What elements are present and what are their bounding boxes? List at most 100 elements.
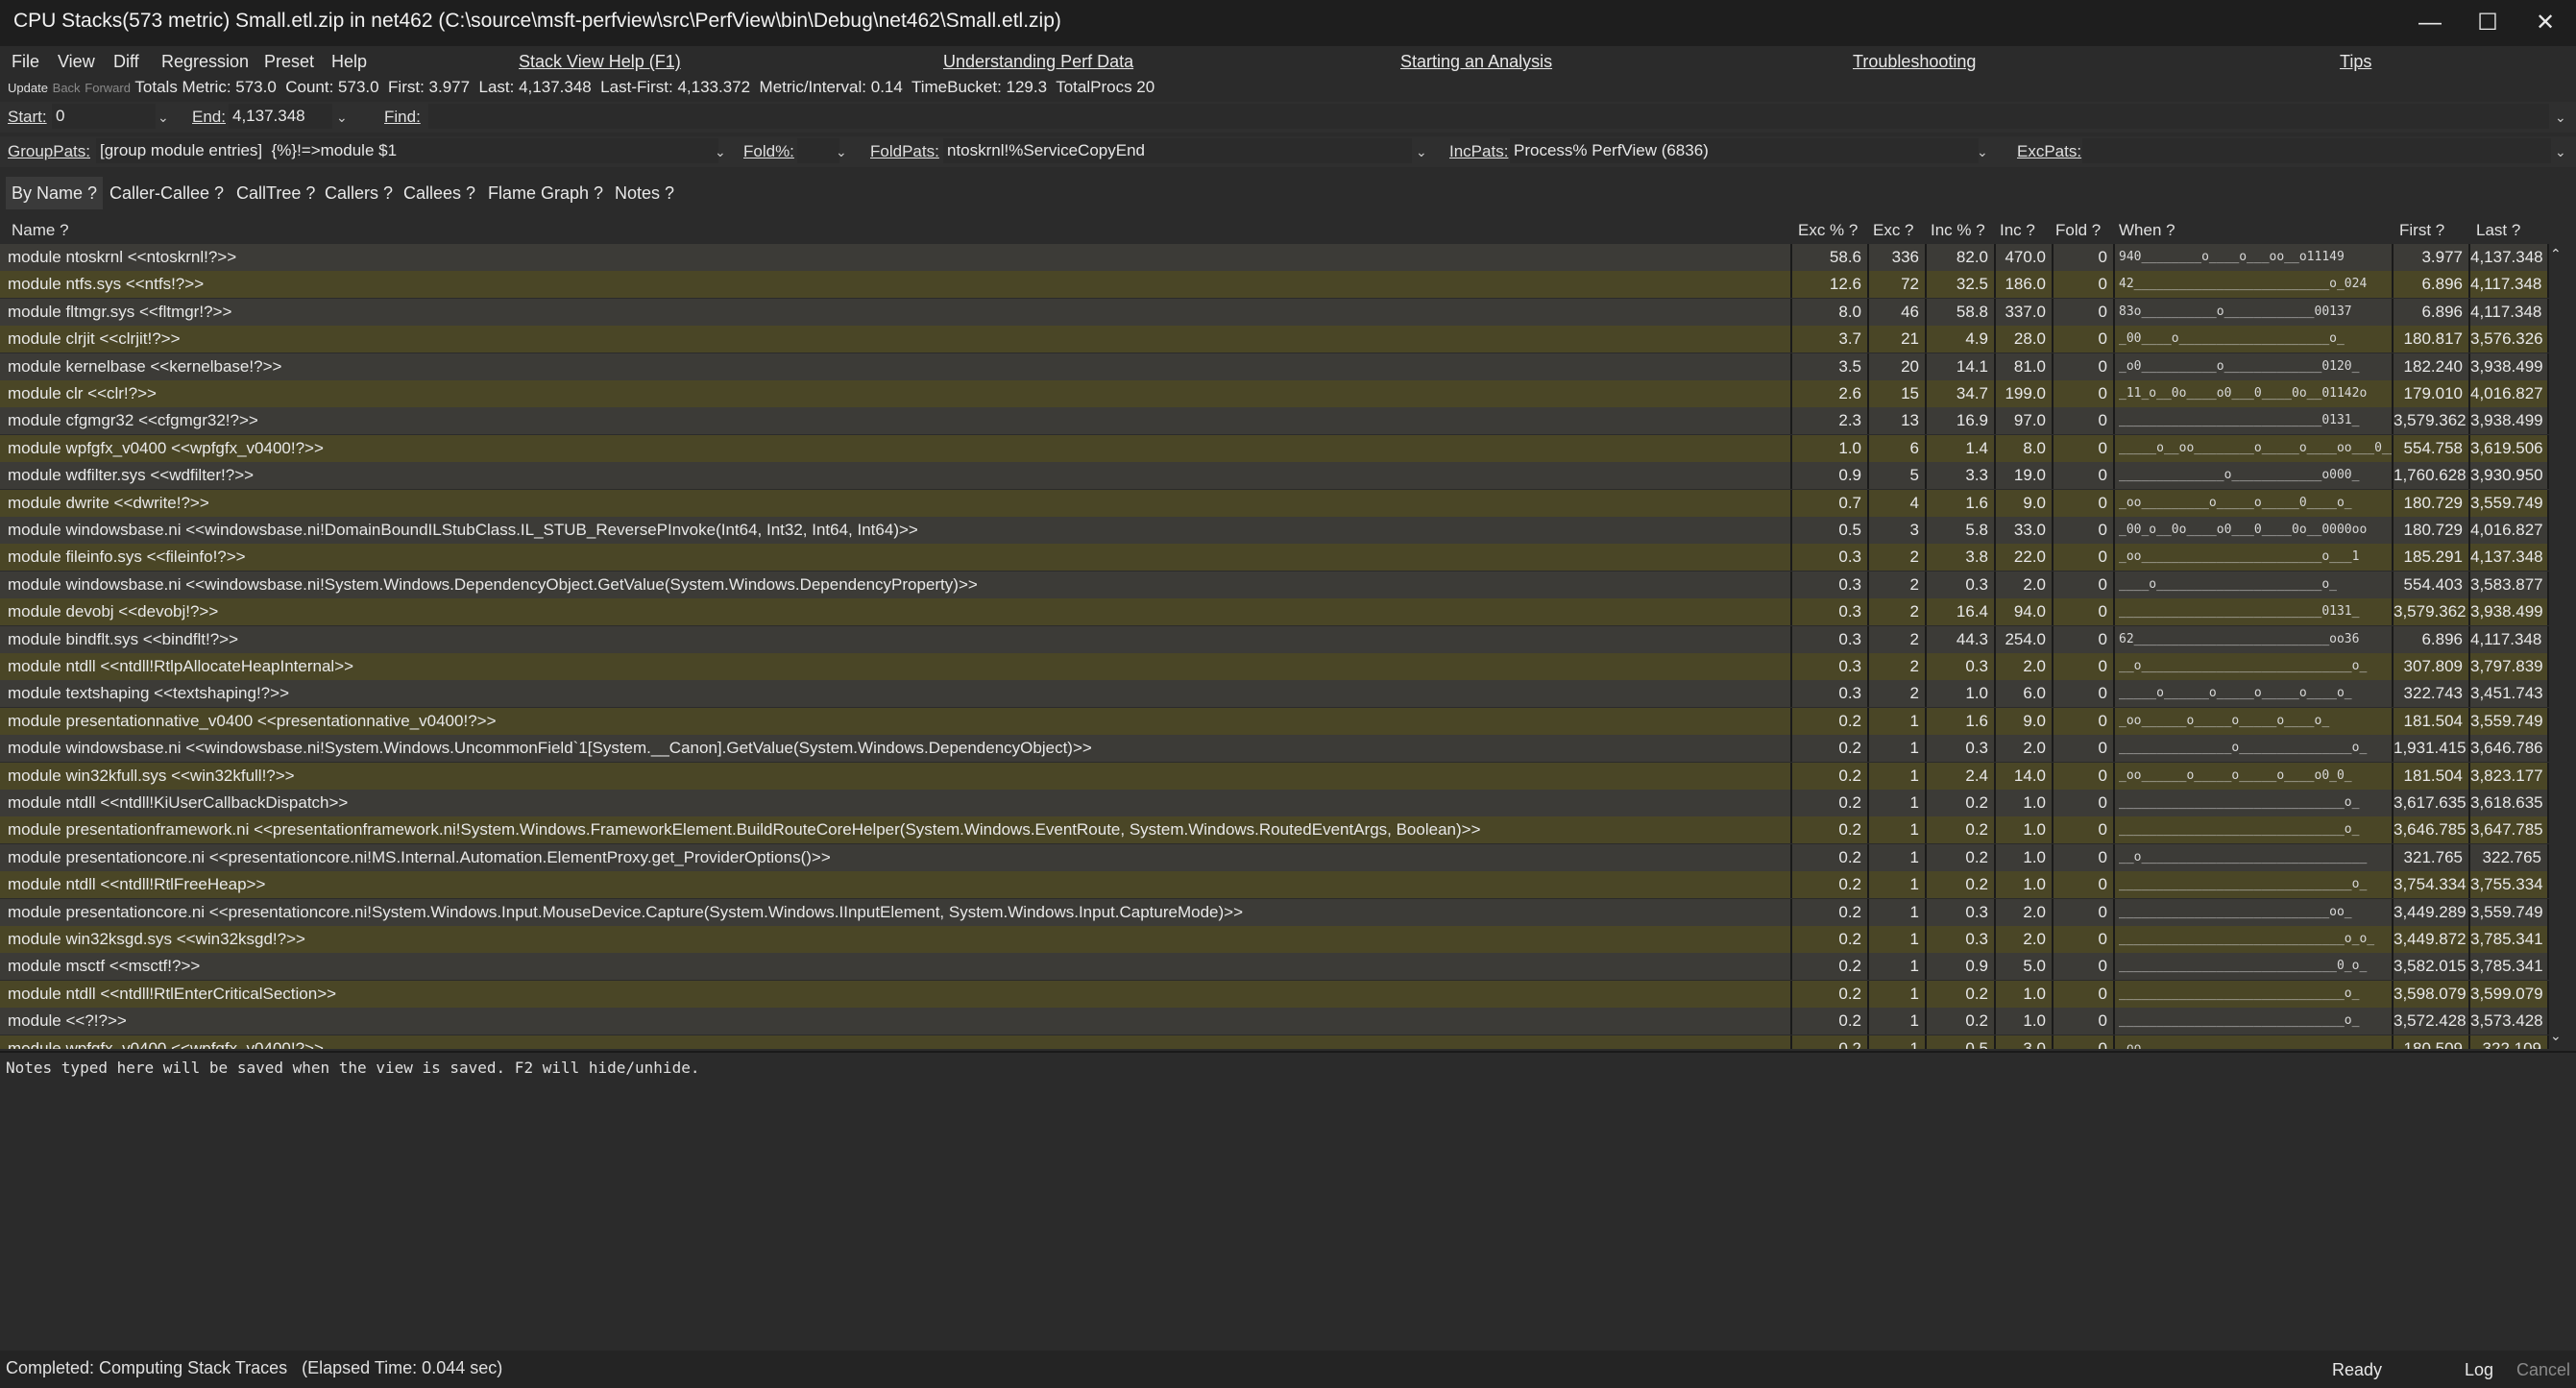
back-button[interactable]: Back	[53, 81, 81, 95]
excpats-dropdown-icon[interactable]: ⌄	[2555, 144, 2566, 160]
find-input[interactable]	[428, 104, 2549, 129]
table-row[interactable]: module win32kfull.sys <<win32kfull!?>> 0.…	[0, 762, 2563, 790]
table-row[interactable]: module msctf <<msctf!?>> 0.2 1 0.9 5.0 0 _____…	[0, 953, 2563, 981]
table-row[interactable]: module ntdll <<ntdll!KiUserCallbackDispa…	[0, 790, 2563, 816]
tab-notes[interactable]: Notes ?	[609, 177, 680, 209]
tab-flame-graph[interactable]: Flame Graph ?	[482, 177, 609, 209]
foldpats-input[interactable]	[943, 138, 1412, 163]
tips-link[interactable]: Tips	[2340, 46, 2371, 77]
tab-callees[interactable]: Callees ?	[398, 177, 481, 209]
log-button[interactable]: Log	[2465, 1360, 2493, 1380]
cell-name[interactable]: module win32kfull.sys <<win32kfull!?>>	[0, 762, 1792, 790]
cell-name[interactable]: module presentationcore.ni <<presentatio…	[0, 898, 1792, 926]
cell-name[interactable]: module wdfilter.sys <<wdfilter!?>>	[0, 462, 1792, 490]
menu-diff[interactable]: Diff	[113, 46, 139, 77]
cell-name[interactable]: module bindflt.sys <<bindflt!?>>	[0, 625, 1792, 653]
forward-button[interactable]: Forward	[85, 81, 131, 95]
menu-regression[interactable]: Regression	[161, 46, 249, 77]
cell-name[interactable]: module msctf <<msctf!?>>	[0, 953, 1792, 981]
foldpats-dropdown-icon[interactable]: ⌄	[1416, 144, 1427, 160]
table-row[interactable]: module dwrite <<dwrite!?>> 0.7 4 1.6 9.0 0 _oo…	[0, 489, 2563, 517]
tab-calltree[interactable]: CallTree ?	[231, 177, 321, 209]
notes-text[interactable]: Notes typed here will be saved when the …	[6, 1059, 699, 1077]
cell-name[interactable]: module fltmgr.sys <<fltmgr!?>>	[0, 298, 1792, 326]
grid-scrollbar[interactable]	[2549, 244, 2563, 1049]
understanding-perf-data-link[interactable]: Understanding Perf Data	[943, 46, 1133, 77]
table-row[interactable]: module wpfgfx_v0400 <<wpfgfx_v0400!?>> 1.…	[0, 434, 2563, 462]
incpats-dropdown-icon[interactable]: ⌄	[1977, 144, 1988, 160]
table-row[interactable]: module windowsbase.ni <<windowsbase.ni!S…	[0, 735, 2563, 763]
cell-name[interactable]: module devobj <<devobj!?>>	[0, 598, 1792, 626]
table-row[interactable]: module presentationcore.ni <<presentatio…	[0, 843, 2563, 871]
stack-view-help-link[interactable]: Stack View Help (F1)	[519, 46, 681, 77]
troubleshooting-link[interactable]: Troubleshooting	[1853, 46, 1976, 77]
start-input[interactable]	[52, 104, 156, 129]
col-header-first[interactable]: First ?	[2399, 217, 2444, 244]
cell-name[interactable]: module kernelbase <<kernelbase!?>>	[0, 353, 1792, 380]
col-header-fold[interactable]: Fold ?	[2055, 217, 2101, 244]
scroll-down-icon[interactable]: ⌄	[2550, 1028, 2562, 1044]
table-row[interactable]: module cfgmgr32 <<cfgmgr32!?>> 2.3 13 16.9 9…	[0, 407, 2563, 435]
end-dropdown-icon[interactable]: ⌄	[336, 110, 348, 126]
table-row[interactable]: module clrjit <<clrjit!?>> 3.7 21 4.9 28.0 0 _…	[0, 326, 2563, 353]
table-row[interactable]: module <<?!?>> 0.2 1 0.2 1.0 0 _______________…	[0, 1008, 2563, 1035]
table-row[interactable]: module devobj <<devobj!?>> 0.3 2 16.4 94.0 0 _…	[0, 598, 2563, 626]
cell-name[interactable]: module wpfgfx_v0400 <<wpfgfx_v0400!?>>	[0, 1035, 1792, 1049]
maximize-button[interactable]: ☐	[2459, 4, 2516, 42]
cell-name[interactable]: module win32ksgd.sys <<win32ksgd!?>>	[0, 926, 1792, 953]
fold-percent-dropdown-icon[interactable]: ⌄	[836, 144, 847, 160]
col-header-inc-percent[interactable]: Inc % ?	[1931, 217, 1985, 244]
cell-name[interactable]: module <<?!?>>	[0, 1008, 1792, 1035]
table-row[interactable]: module kernelbase <<kernelbase!?>> 3.5 20 1…	[0, 353, 2563, 380]
table-row[interactable]: module ntdll <<ntdll!RtlFreeHeap>> 0.2 1 0.…	[0, 871, 2563, 899]
cell-name[interactable]: module ntoskrnl <<ntoskrnl!?>>	[0, 244, 1792, 271]
col-header-exc[interactable]: Exc ?	[1873, 217, 1914, 244]
tab-caller-callee[interactable]: Caller-Callee ?	[104, 177, 230, 209]
notes-pane[interactable]	[0, 1051, 2576, 1352]
cell-name[interactable]: module textshaping <<textshaping!?>>	[0, 680, 1792, 708]
menu-help[interactable]: Help	[331, 46, 367, 77]
incpats-input[interactable]	[1510, 138, 1979, 163]
find-dropdown-icon[interactable]: ⌄	[2555, 110, 2566, 126]
grouppats-input[interactable]	[96, 138, 718, 163]
cell-name[interactable]: module presentationframework.ni <<presen…	[0, 816, 1792, 844]
menu-view[interactable]: View	[58, 46, 95, 77]
menu-file[interactable]: File	[12, 46, 39, 77]
end-input[interactable]	[229, 104, 332, 129]
cell-name[interactable]: module ntdll <<ntdll!RtlEnterCriticalSec…	[0, 980, 1792, 1008]
starting-analysis-link[interactable]: Starting an Analysis	[1400, 46, 1552, 77]
table-row[interactable]: module presentationframework.ni <<presen…	[0, 816, 2563, 844]
cell-name[interactable]: module windowsbase.ni <<windowsbase.ni!S…	[0, 735, 1792, 763]
table-row[interactable]: module ntfs.sys <<ntfs!?>> 12.6 72 32.5 186.…	[0, 271, 2563, 299]
menu-preset[interactable]: Preset	[264, 46, 314, 77]
tab-callers[interactable]: Callers ?	[319, 177, 399, 209]
cell-name[interactable]: module wpfgfx_v0400 <<wpfgfx_v0400!?>>	[0, 434, 1792, 462]
cell-name[interactable]: module clrjit <<clrjit!?>>	[0, 326, 1792, 353]
table-row[interactable]: module textshaping <<textshaping!?>> 0.3 2…	[0, 680, 2563, 708]
table-row[interactable]: module presentationnative_v0400 <<presen…	[0, 707, 2563, 735]
close-button[interactable]: ✕	[2516, 4, 2574, 42]
col-header-name[interactable]: Name ?	[12, 217, 69, 244]
cell-name[interactable]: module windowsbase.ni <<windowsbase.ni!D…	[0, 517, 1792, 544]
grouppats-dropdown-icon[interactable]: ⌄	[715, 144, 726, 160]
cancel-button[interactable]: Cancel	[2516, 1360, 2570, 1380]
col-header-when[interactable]: When ?	[2119, 217, 2175, 244]
cell-name[interactable]: module clr <<clr!?>>	[0, 380, 1792, 407]
excpats-input[interactable]	[2082, 138, 2551, 163]
table-row[interactable]: module windowsbase.ni <<windowsbase.ni!D…	[0, 517, 2563, 544]
cell-name[interactable]: module ntdll <<ntdll!RtlFreeHeap>>	[0, 871, 1792, 899]
scroll-up-icon[interactable]: ⌃	[2550, 246, 2562, 262]
minimize-button[interactable]: —	[2401, 4, 2459, 42]
table-row[interactable]: module windowsbase.ni <<windowsbase.ni!S…	[0, 571, 2563, 598]
cell-name[interactable]: module cfgmgr32 <<cfgmgr32!?>>	[0, 407, 1792, 435]
start-dropdown-icon[interactable]: ⌄	[158, 110, 169, 126]
tab-by-name[interactable]: By Name ?	[6, 177, 104, 209]
cell-name[interactable]: module ntdll <<ntdll!KiUserCallbackDispa…	[0, 790, 1792, 816]
cell-name[interactable]: module presentationnative_v0400 <<presen…	[0, 707, 1792, 735]
table-row[interactable]: module clr <<clr!?>> 2.6 15 34.7 199.0 0 _11_o…	[0, 380, 2563, 407]
cell-name[interactable]: module dwrite <<dwrite!?>>	[0, 489, 1792, 517]
table-row[interactable]: module bindflt.sys <<bindflt!?>> 0.3 2 44.3…	[0, 625, 2563, 653]
col-header-inc[interactable]: Inc ?	[2000, 217, 2035, 244]
cell-name[interactable]: module presentationcore.ni <<presentatio…	[0, 843, 1792, 871]
cell-name[interactable]: module ntfs.sys <<ntfs!?>>	[0, 271, 1792, 299]
